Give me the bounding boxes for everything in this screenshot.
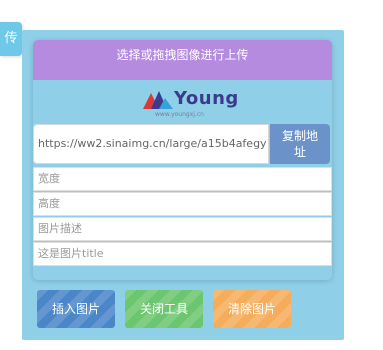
upload-dropzone-label: 选择或拖拽图像进行上传 <box>116 48 249 62</box>
clear-image-button[interactable]: 清除图片 <box>213 290 291 328</box>
logo-subtext: www.youngxj.cn <box>155 111 204 118</box>
logo-text: Young <box>174 88 239 109</box>
image-url-input[interactable]: https://ww2.sinaimg.cn/large/a15b4afegy1 <box>33 124 269 164</box>
title-field[interactable]: 这是图片title <box>33 242 332 266</box>
height-field[interactable]: 高度 <box>33 192 332 216</box>
width-field[interactable]: 宽度 <box>33 167 332 191</box>
description-field[interactable]: 图片描述 <box>33 217 332 241</box>
upload-dropzone[interactable]: 选择或拖拽图像进行上传 <box>33 40 332 80</box>
side-tab-label: 传 <box>4 31 18 46</box>
image-tool-panel: 选择或拖拽图像进行上传 Young www.youngxj.cn https:/… <box>22 30 344 340</box>
side-tab[interactable]: 传 <box>0 22 22 56</box>
insert-image-button[interactable]: 插入图片 <box>37 290 115 328</box>
copy-url-button[interactable]: 复制地址 <box>270 124 330 164</box>
copy-url-label: 复制地址 <box>282 129 319 159</box>
close-tool-button[interactable]: 关闭工具 <box>125 290 203 328</box>
image-preview: Young www.youngxj.cn <box>33 80 332 124</box>
url-row: https://ww2.sinaimg.cn/large/a15b4afegy1… <box>33 124 332 166</box>
upload-card: 选择或拖拽图像进行上传 Young www.youngxj.cn https:/… <box>33 40 332 280</box>
young-logo-icon <box>143 91 173 109</box>
